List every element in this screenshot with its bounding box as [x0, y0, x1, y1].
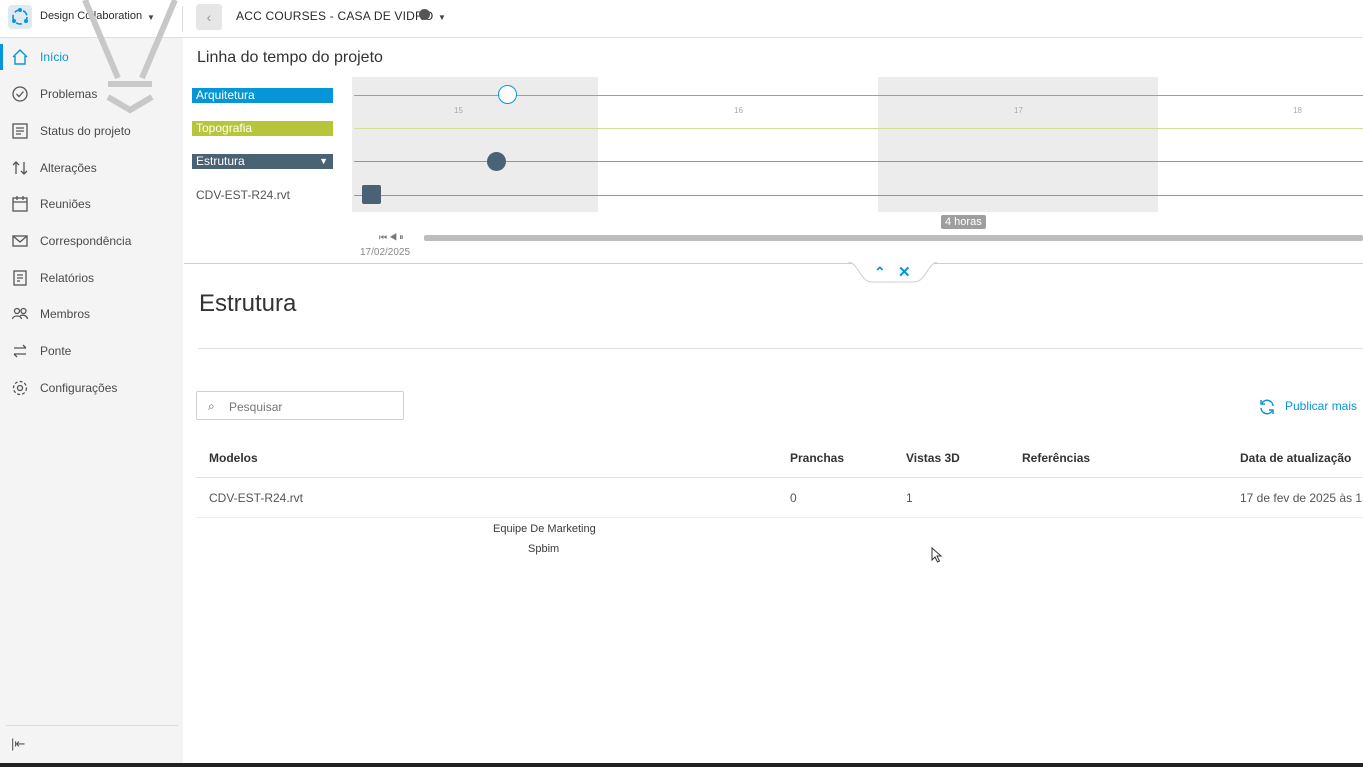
sidebar-item-label: Ponte: [40, 344, 72, 358]
timeline-scrubber[interactable]: [424, 235, 1363, 241]
timeline-tick: 16: [734, 106, 743, 115]
timeline-tick: 18: [1293, 106, 1302, 115]
arrows-updown-icon: [12, 161, 28, 175]
column-header-vistas-3d[interactable]: Vistas 3D: [906, 451, 960, 465]
track-label-topografia[interactable]: Topografia: [192, 121, 333, 136]
cell-model[interactable]: CDV-EST-R24.rvt: [209, 491, 303, 505]
home-icon: [12, 49, 28, 65]
playback-controls-icon[interactable]: ⏮◀⏸: [379, 232, 406, 243]
check-circle-icon: [12, 86, 28, 102]
track-label-estrutura[interactable]: Estrutura ▼: [192, 154, 333, 169]
version-marker-arquitetura[interactable]: [498, 85, 517, 104]
report-icon: [13, 270, 27, 286]
sidebar-item-status-do-projeto[interactable]: Status do projeto: [0, 116, 183, 146]
sidebar-item-label: Status do projeto: [40, 124, 131, 138]
timeline-shaded-day: [352, 77, 598, 212]
column-header-modelos[interactable]: Modelos: [209, 451, 258, 465]
column-header-data-atualizacao[interactable]: Data de atualização: [1240, 451, 1351, 465]
close-icon[interactable]: ✕: [898, 263, 911, 281]
timeline-tick: 15: [454, 106, 463, 115]
collapse-up-chevron-icon[interactable]: ⌃: [874, 264, 886, 281]
chevron-down-icon[interactable]: ▼: [319, 154, 328, 169]
sidebar-item-label: Reuniões: [40, 197, 91, 211]
collapse-sidebar-icon[interactable]: |⇤: [11, 736, 25, 752]
cell-vistas-3d: 1: [906, 491, 913, 505]
project-chevron-down-icon[interactable]: ▼: [438, 13, 446, 22]
sidebar-item-correspondencia[interactable]: Correspondência: [0, 226, 183, 256]
zoom-level-badge: 4 horas: [941, 215, 986, 229]
calendar-icon: [12, 196, 28, 212]
mouse-cursor-icon: [931, 547, 943, 563]
bridge-icon: [13, 344, 27, 358]
sidebar: Início Problemas Status do projeto Alter…: [0, 0, 183, 767]
sidebar-item-relatorios[interactable]: Relatórios: [0, 263, 183, 293]
panel-toggle-tab: ⌃ ✕: [848, 262, 938, 284]
track-label-text: Estrutura: [196, 154, 245, 168]
timeline-shaded-day: [878, 77, 1158, 212]
sidebar-item-label: Relatórios: [40, 271, 95, 285]
refresh-icon: [1260, 399, 1274, 415]
timeline-tick: 17: [1014, 106, 1023, 115]
cell-pranchas: 0: [790, 491, 797, 505]
sidebar-item-label: Membros: [40, 307, 91, 321]
search-input[interactable]: [227, 397, 401, 416]
watermark-line-2: Spbim: [528, 543, 560, 555]
track-label-arquitetura[interactable]: Arquitetura: [192, 88, 333, 103]
globe-icon: [419, 9, 430, 20]
project-timeline: 15 16 17 18 Arquitetura Topografia Estru…: [184, 77, 1363, 264]
track-line-file: [354, 195, 1363, 196]
sidebar-item-membros[interactable]: Membros: [0, 299, 183, 329]
status-list-icon: [12, 123, 28, 139]
cell-data-atualizacao: 17 de fev de 2025 às 15: [1240, 491, 1363, 505]
top-bar: Design Collaboration ▼ ‹ ACC COURSES - C…: [0, 0, 1363, 38]
watermark-line-1: Equipe De Marketing: [493, 523, 596, 535]
publish-more-label: Publicar mais: [1285, 399, 1358, 413]
sidebar-item-ponte[interactable]: Ponte: [0, 336, 183, 366]
sidebar-item-configuracoes[interactable]: Configurações: [0, 373, 183, 403]
gear-icon: [12, 380, 28, 396]
sidebar-item-label: Início: [40, 50, 69, 64]
mail-icon: [12, 235, 28, 247]
sidebar-item-reunioes[interactable]: Reuniões: [0, 189, 183, 219]
version-marker-file[interactable]: [362, 185, 381, 204]
track-file-name[interactable]: CDV-EST-R24.rvt: [196, 188, 290, 202]
panel-title: Estrutura: [199, 290, 297, 317]
sidebar-item-alteracoes[interactable]: Alterações: [0, 153, 183, 183]
top-divider: [182, 6, 183, 32]
table-row-divider: [196, 517, 1363, 518]
project-name[interactable]: ACC COURSES - CASA DE VIDRO: [236, 9, 433, 23]
sidebar-divider: [6, 725, 178, 726]
column-header-pranchas[interactable]: Pranchas: [790, 451, 844, 465]
version-marker-estrutura[interactable]: [487, 152, 506, 171]
app-logo-icon[interactable]: [8, 5, 32, 29]
timeline-start-date: 17/02/2025: [360, 247, 411, 258]
track-line-topografia: [354, 128, 1363, 129]
panel-divider: [198, 348, 1363, 349]
sidebar-item-label: Configurações: [40, 381, 118, 395]
table-header-divider: [196, 477, 1363, 478]
sidebar-item-label: Correspondência: [40, 234, 132, 248]
back-arrow-icon[interactable]: ‹: [196, 4, 222, 30]
page-title: Linha do tempo do projeto: [197, 49, 383, 66]
search-icon: ⌕: [208, 399, 215, 413]
search-field[interactable]: ⌕: [196, 391, 404, 420]
bottom-edge: [0, 763, 1363, 767]
decorative-overlay-shape: [82, 0, 178, 114]
members-icon: [11, 307, 29, 320]
sidebar-item-label: Alterações: [40, 161, 97, 175]
column-header-referencias[interactable]: Referências: [1022, 451, 1090, 465]
